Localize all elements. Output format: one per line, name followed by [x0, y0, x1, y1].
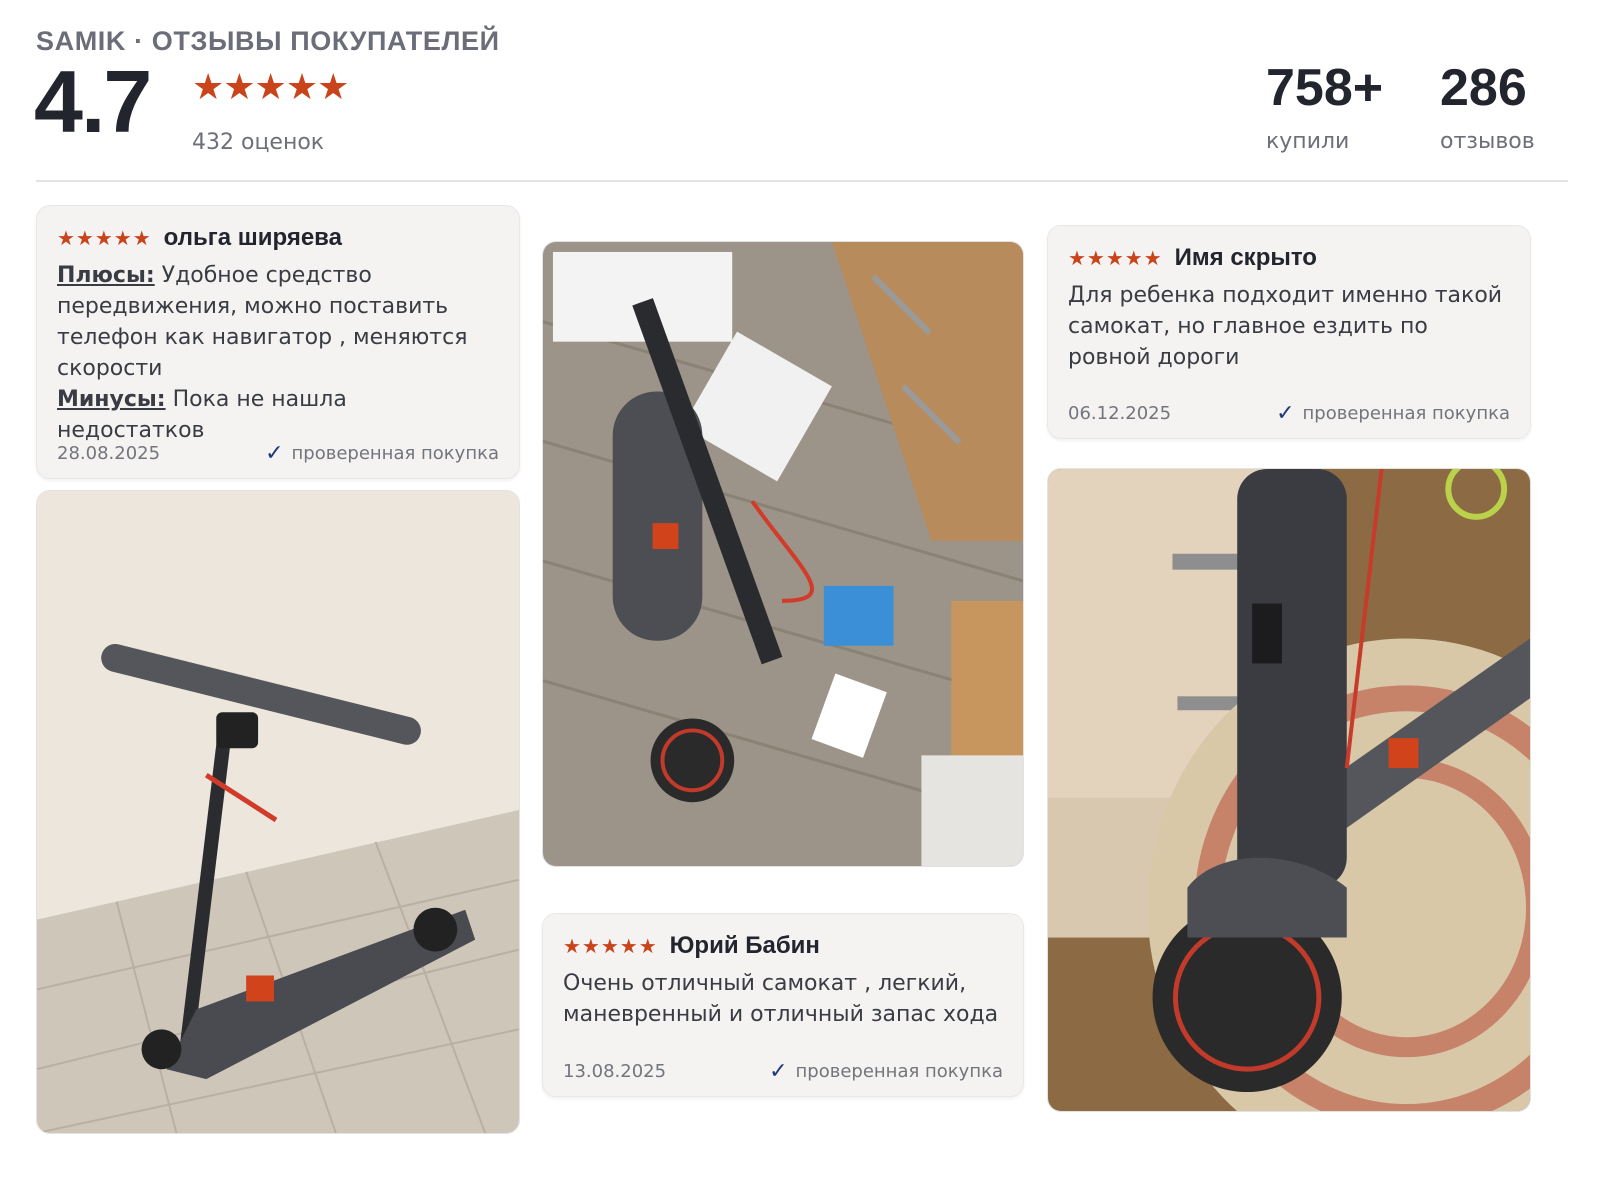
review-text: Для ребенка подходит именно такой самока…: [1068, 283, 1503, 370]
review-photo[interactable]: [542, 241, 1024, 867]
check-icon: ✓: [1276, 401, 1295, 426]
bought-stat: 758+ купили: [1266, 62, 1383, 154]
scooter-photo-rug: [1048, 469, 1530, 1111]
review-author: Юрий Бабин: [669, 932, 820, 959]
review-card[interactable]: ★★★★★ ольга ширяева Плюсы: Удобное средс…: [36, 205, 520, 479]
bought-label: купили: [1266, 129, 1350, 154]
cons-label: Минусы:: [57, 387, 166, 412]
verified-label: проверенная покупка: [291, 443, 499, 464]
verified-label: проверенная покупка: [795, 1061, 1003, 1082]
check-icon: ✓: [265, 441, 284, 466]
review-date: 06.12.2025: [1068, 403, 1172, 424]
review-card[interactable]: ★★★★★ Имя скрыто Для ребенка подходит им…: [1047, 225, 1531, 439]
verified-badge: ✓ проверенная покупка: [769, 1059, 1003, 1084]
check-icon: ✓: [769, 1059, 788, 1084]
header-divider: [36, 180, 1568, 182]
reviews-value: 286: [1440, 59, 1527, 117]
rating-stars: ★★★★★: [192, 67, 349, 108]
reviews-stat[interactable]: 286 отзывов: [1440, 62, 1535, 154]
scooter-photo-wall: [37, 491, 519, 1133]
review-text: Плюсы: Удобное средство передвижения, мо…: [37, 252, 519, 446]
review-stars: ★★★★★: [57, 226, 152, 250]
reviews-label: отзывов: [1440, 129, 1535, 154]
review-date: 13.08.2025: [563, 1061, 667, 1082]
review-photo[interactable]: [36, 490, 520, 1134]
review-date: 28.08.2025: [57, 443, 161, 464]
review-author: ольга ширяева: [163, 224, 342, 251]
review-author: Имя скрыто: [1174, 244, 1317, 271]
review-photo[interactable]: [1047, 468, 1531, 1112]
verified-badge: ✓ проверенная покупка: [265, 441, 499, 466]
verified-badge: ✓ проверенная покупка: [1276, 401, 1510, 426]
review-stars: ★★★★★: [1068, 246, 1163, 270]
review-card[interactable]: ★★★★★ Юрий Бабин Очень отличный самокат …: [542, 913, 1024, 1097]
ratings-count: 432 оценок: [192, 130, 325, 155]
scooter-photo-floor: [543, 242, 1023, 866]
verified-label: проверенная покупка: [1302, 403, 1510, 424]
review-text: Очень отличный самокат , легкий, маневре…: [563, 971, 999, 1027]
review-stars: ★★★★★: [563, 934, 658, 958]
bought-value: 758+: [1266, 59, 1384, 117]
average-rating: 4.7: [34, 52, 152, 151]
pros-label: Плюсы:: [57, 263, 155, 288]
